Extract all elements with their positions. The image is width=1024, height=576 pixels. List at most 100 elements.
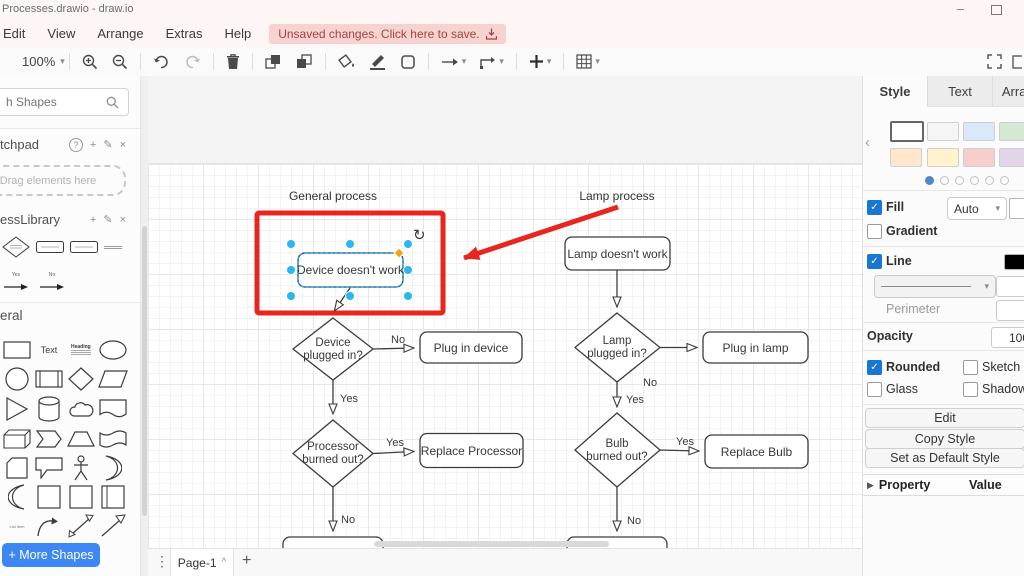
page-dot[interactable] <box>1000 176 1009 185</box>
edge-label-no[interactable]: No <box>627 515 641 527</box>
shape-internal-storage[interactable] <box>98 484 128 510</box>
swatch-page-dots[interactable] <box>925 176 1009 185</box>
shape-or[interactable] <box>98 455 128 481</box>
tab-text[interactable]: Text <box>928 76 993 106</box>
zoom-level-select[interactable]: 100% ▾ <box>18 54 69 69</box>
delete-button[interactable] <box>226 54 240 70</box>
search-shapes-box[interactable] <box>0 88 129 116</box>
page-tab-1[interactable]: Page-1 ^ <box>170 549 234 576</box>
insert-button[interactable]: ▾ <box>529 54 552 69</box>
node-general-bottom-partial[interactable] <box>283 537 383 548</box>
page-dot[interactable] <box>985 176 994 185</box>
edge-label-yes[interactable]: Yes <box>676 436 694 448</box>
line-width-input[interactable] <box>996 276 1024 297</box>
shape-library-arrow-no[interactable]: No <box>40 273 64 296</box>
selection-handle-w[interactable] <box>287 266 296 275</box>
shadow-checkbox[interactable] <box>963 382 978 397</box>
menu-item-edit[interactable]: Edit <box>3 26 25 41</box>
style-swatch-red[interactable] <box>963 148 995 167</box>
zoom-out-button[interactable] <box>112 54 128 70</box>
search-shapes-input[interactable] <box>0 94 104 110</box>
set-default-style-button[interactable]: Set as Default Style <box>865 448 1024 468</box>
connection-style-button[interactable]: ▾ <box>441 56 467 68</box>
shape-diamond[interactable] <box>66 366 96 392</box>
selection-handle-s[interactable] <box>346 292 355 301</box>
edge-label-no[interactable]: No <box>391 334 405 346</box>
tab-arrange[interactable]: Arrange <box>993 76 1024 106</box>
more-shapes-button[interactable]: + More Shapes <box>2 543 100 567</box>
line-color-button[interactable] <box>369 54 386 70</box>
waypoint-style-button[interactable]: ▾ <box>480 55 504 69</box>
page-dot[interactable] <box>970 176 979 185</box>
shape-triangle[interactable] <box>2 396 32 422</box>
menu-item-arrange[interactable]: Arrange <box>97 26 143 41</box>
shape-library-process2[interactable] <box>70 241 98 253</box>
node-device-plugged-in[interactable] <box>293 318 373 380</box>
selection-handle-sw[interactable] <box>287 292 296 301</box>
shape-curve[interactable] <box>34 513 64 539</box>
shape-library-textstub[interactable] <box>104 245 122 250</box>
selection-handle-se[interactable] <box>404 292 413 301</box>
rounded-checkbox[interactable]: ✓ <box>867 360 882 375</box>
menu-item-help[interactable]: Help <box>224 26 251 41</box>
style-swatch-orange[interactable] <box>890 148 922 167</box>
fill-color-button[interactable] <box>338 54 355 70</box>
shape-rectangle[interactable] <box>2 337 32 363</box>
edge-label-yes[interactable]: Yes <box>386 437 404 449</box>
shape-library-decision[interactable] <box>2 236 30 258</box>
unsaved-changes-banner[interactable]: Unsaved changes. Click here to save. <box>269 24 505 44</box>
sketch-checkbox[interactable] <box>963 360 978 375</box>
shape-library-arrow-yes[interactable]: Yes <box>4 273 28 296</box>
scratchpad-add-icon[interactable]: + <box>90 139 96 151</box>
shape-bidirectional-arrow[interactable] <box>66 513 96 539</box>
property-table-header[interactable]: ▶ Property Value <box>863 474 1024 496</box>
table-button[interactable]: ▾ <box>576 54 600 69</box>
shape-cube[interactable] <box>2 426 32 452</box>
shape-step[interactable] <box>34 426 64 452</box>
undo-button[interactable] <box>153 55 170 69</box>
page-dot[interactable] <box>955 176 964 185</box>
edge-label-no[interactable]: No <box>643 377 657 389</box>
shape-square[interactable] <box>66 484 96 510</box>
selection-handle-nw[interactable] <box>287 240 296 249</box>
line-color-swatch[interactable] <box>1004 254 1024 270</box>
copy-style-button[interactable]: Copy Style <box>865 429 1024 449</box>
style-swatch-green[interactable] <box>999 122 1024 141</box>
shape-card[interactable] <box>2 455 32 481</box>
node-bulb-burned-out[interactable] <box>575 413 660 487</box>
library-close-icon[interactable]: × <box>120 214 126 226</box>
to-back-button[interactable] <box>296 54 313 70</box>
fill-checkbox[interactable]: ✓ <box>867 200 882 215</box>
menu-item-view[interactable]: View <box>47 26 75 41</box>
fullscreen-button[interactable] <box>987 54 1002 69</box>
sidebar-scrollbar[interactable] <box>140 76 148 576</box>
line-checkbox[interactable]: ✓ <box>867 254 882 269</box>
shape-parallelogram[interactable] <box>98 366 128 392</box>
fill-mode-select[interactable]: Auto ▾ <box>947 197 1007 220</box>
diagram-canvas[interactable]: General process Lamp process Device does… <box>148 76 862 548</box>
scratchpad-drop-zone[interactable]: Drag elements here <box>0 165 126 196</box>
shape-callout[interactable] <box>34 455 64 481</box>
shape-cylinder[interactable] <box>34 396 64 422</box>
selection-handle-ne[interactable] <box>404 240 413 249</box>
pages-menu-icon[interactable]: ⋮ <box>155 553 169 570</box>
collapsed-triangle-icon[interactable]: ▶ <box>867 480 874 491</box>
shape-and[interactable] <box>2 484 32 510</box>
edge-processor-yes[interactable] <box>373 452 413 454</box>
zoom-in-button[interactable] <box>82 54 98 70</box>
edge-label-no[interactable]: No <box>341 514 355 526</box>
scratchpad-edit-icon[interactable]: ✎ <box>103 138 112 151</box>
page-dot[interactable] <box>940 176 949 185</box>
opacity-input[interactable] <box>991 327 1024 348</box>
redo-button[interactable] <box>184 55 201 69</box>
shape-circle[interactable] <box>2 366 32 392</box>
restore-window-button[interactable] <box>991 5 1002 15</box>
menu-item-extras[interactable]: Extras <box>166 26 203 41</box>
perimeter-input[interactable] <box>996 300 1024 321</box>
edge-label-yes[interactable]: Yes <box>340 393 358 405</box>
canvas-horizontal-scrollbar[interactable] <box>374 541 609 547</box>
shape-ellipse[interactable] <box>98 337 128 363</box>
tab-style[interactable]: Style <box>863 76 928 107</box>
shape-tape[interactable] <box>98 426 128 452</box>
shape-process[interactable] <box>34 366 64 392</box>
